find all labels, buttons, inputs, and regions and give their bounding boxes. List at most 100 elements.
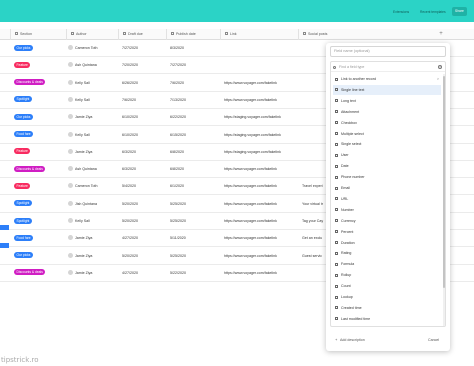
field-type-option[interactable]: Long text [333,96,441,106]
field-type-option[interactable]: User [333,150,441,160]
section-cell[interactable]: Spotlight [12,196,66,213]
extensions-link[interactable]: Extensions [393,10,409,14]
draft-due-cell[interactable]: 6/10/2020 [120,127,166,144]
publish-date-cell[interactable]: 5/25/2020 [168,196,220,213]
field-type-option[interactable]: URL [333,194,441,204]
link-cell[interactable]: https://www.voyager.com/fakelink [222,92,298,109]
author-cell[interactable]: Jamie Ziya [66,230,118,247]
column-header-draft-due[interactable]: Draft due [118,29,166,40]
publish-date-cell[interactable]: 5/22/2020 [168,265,220,282]
publish-date-cell[interactable]: 5/11/2020 [168,230,220,247]
field-type-option[interactable]: Created time [333,303,441,313]
section-cell[interactable]: Feature [12,144,66,161]
add-field-button[interactable]: + [436,29,446,40]
column-header-section[interactable]: Section [10,29,66,40]
section-cell[interactable]: Spotlight [12,213,66,230]
publish-date-cell[interactable]: 5/25/2020 [168,213,220,230]
author-cell[interactable]: Kelly Sall [66,75,118,92]
author-cell[interactable]: Ash Quintana [66,57,118,74]
author-cell[interactable]: Jamie Ziya [66,144,118,161]
field-type-option[interactable]: Email [333,183,441,193]
section-cell[interactable]: Discounts & deals [12,265,66,282]
draft-due-cell[interactable]: 5/20/2020 [120,248,166,265]
section-cell[interactable]: Discounts & deals [12,161,66,178]
draft-due-cell[interactable]: 7/6/2020 [120,92,166,109]
link-cell[interactable]: https://www.voyager.com/fakelink [222,178,298,195]
field-type-option[interactable]: Lookup [333,292,441,302]
field-type-option[interactable]: Rating [333,248,441,258]
author-cell[interactable]: Kelly Sall [66,127,118,144]
author-cell[interactable]: Jamie Ziya [66,265,118,282]
draft-due-cell[interactable]: 5/20/2020 [120,196,166,213]
link-cell[interactable]: https://staging.voyager.com/fakelink [222,127,298,144]
field-type-option[interactable]: Single line text [333,84,441,95]
field-type-option[interactable]: Percent [333,227,441,237]
section-cell[interactable]: Food fare [12,127,66,144]
field-type-option[interactable]: Attachment [333,107,441,117]
link-cell[interactable]: https://staging.voyager.com/fakelink [222,109,298,126]
field-type-option[interactable]: Phone number [333,172,441,182]
draft-due-cell[interactable]: 5/20/2020 [120,213,166,230]
section-cell[interactable]: Spotlight [12,92,66,109]
link-cell[interactable]: https://www.voyager.com/fakelink [222,248,298,265]
link-cell[interactable] [222,57,298,74]
column-header-author[interactable]: Author [66,29,118,40]
section-cell[interactable]: Our picks [12,248,66,265]
field-type-option[interactable]: Rollup [333,270,441,280]
field-type-option[interactable]: Date [333,161,441,171]
field-type-option[interactable]: Duration [333,238,441,248]
field-type-option[interactable]: Number [333,205,441,215]
draft-due-cell[interactable]: 6/3/2020 [120,161,166,178]
draft-due-cell[interactable]: 6/3/2020 [120,144,166,161]
section-cell[interactable]: Feature [12,57,66,74]
field-type-scrollbar[interactable] [443,74,445,326]
author-cell[interactable]: Ash Quintana [66,161,118,178]
author-cell[interactable]: Jish Quintana [66,196,118,213]
field-type-option[interactable]: Currency [333,216,441,226]
publish-date-cell[interactable]: 6/15/2020 [168,127,220,144]
draft-due-cell[interactable]: 6/26/2020 [120,75,166,92]
link-cell[interactable] [222,40,298,57]
draft-due-cell[interactable]: 5/4/2020 [120,178,166,195]
publish-date-cell[interactable]: 6/22/2020 [168,109,220,126]
section-cell[interactable]: Feature [12,178,66,195]
link-cell[interactable]: https://www.voyager.com/fakelink [222,161,298,178]
field-type-option[interactable]: Count [333,281,441,291]
draft-due-cell[interactable]: 6/10/2020 [120,109,166,126]
section-cell[interactable]: Food fare [12,230,66,247]
link-cell[interactable]: https://www.voyager.com/fakelink [222,75,298,92]
author-cell[interactable]: Jamie Ziya [66,109,118,126]
section-cell[interactable]: Our picks [12,109,66,126]
publish-date-cell[interactable]: 7/6/2020 [168,75,220,92]
field-type-option[interactable]: Link to another record > [333,74,441,84]
draft-due-cell[interactable]: 4/27/2020 [120,265,166,282]
field-type-option[interactable]: Checkbox [333,118,441,128]
author-cell[interactable]: Cameron Toth [66,40,118,57]
add-description-button[interactable]: + Add description [335,337,365,343]
publish-date-cell[interactable]: 7/27/2020 [168,57,220,74]
author-cell[interactable]: Jamie Ziya [66,248,118,265]
publish-date-cell[interactable]: 5/25/2020 [168,248,220,265]
publish-date-cell[interactable]: 7/13/2020 [168,92,220,109]
link-cell[interactable]: https://staging.voyager.com/fakelink [222,144,298,161]
author-cell[interactable]: Kelly Sall [66,92,118,109]
link-cell[interactable]: https://www.voyager.com/fakelink [222,196,298,213]
field-type-option[interactable]: Formula [333,259,441,269]
publish-date-cell[interactable]: 6/8/2020 [168,161,220,178]
field-name-input[interactable]: Field name (optional) [330,46,446,57]
draft-due-cell[interactable]: 4/27/2020 [120,230,166,247]
field-type-option[interactable]: Last modified time [333,314,441,324]
field-type-option[interactable]: Single select [333,139,441,149]
link-cell[interactable]: https://www.voyager.com/fakelink [222,230,298,247]
author-cell[interactable]: Cameron Toth [66,178,118,195]
column-header-publish-date[interactable]: Publish date [166,29,220,40]
recent-templates-link[interactable]: Recent templates [420,10,446,14]
field-type-option[interactable]: Multiple select [333,129,441,139]
cancel-button[interactable]: Cancel [428,337,439,343]
publish-date-cell[interactable]: 6/1/2020 [168,178,220,195]
publish-date-cell[interactable]: 8/3/2020 [168,40,220,57]
link-cell[interactable]: https://www.voyager.com/fakelink [222,265,298,282]
field-type-search-input[interactable]: Find a field type ? [331,62,445,72]
section-cell[interactable]: Our picks [12,40,66,57]
draft-due-cell[interactable]: 7/20/2020 [120,57,166,74]
